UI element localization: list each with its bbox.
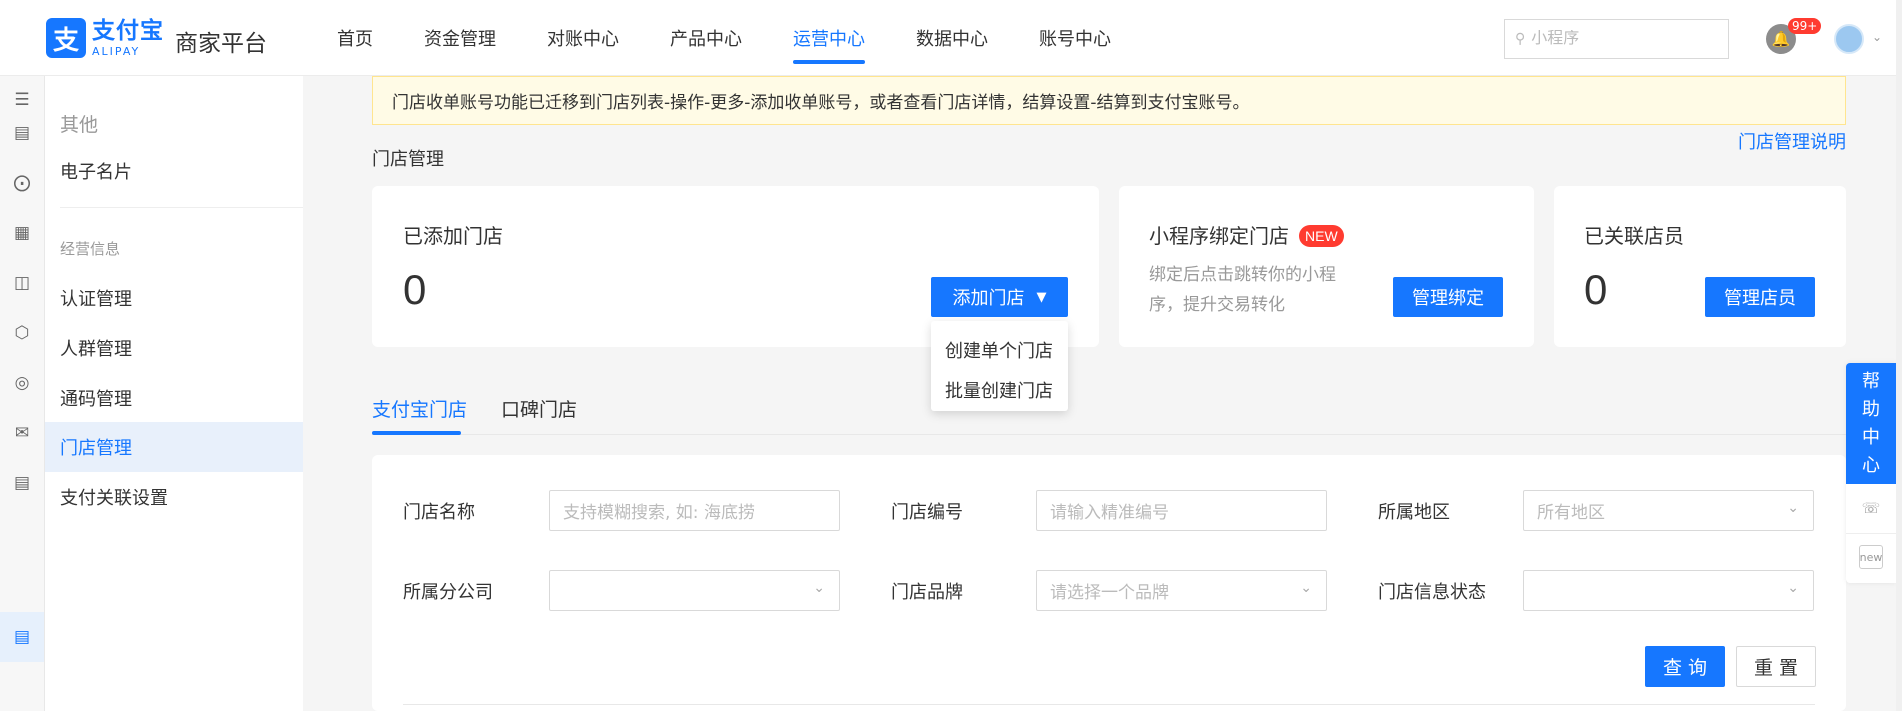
panel-divider (403, 704, 1815, 705)
staff-count: 0 (1584, 266, 1608, 313)
sidemenu-item-code[interactable]: 通码管理 (45, 373, 303, 423)
brand-label: 门店品牌 (891, 582, 963, 603)
region-label: 所属地区 (1378, 502, 1450, 523)
miniapp-card: 小程序绑定门店 NEW 绑定后点击跳转你的小程序，提升交易转化 管理绑定 (1119, 186, 1534, 347)
chart-icon[interactable]: ▤ (10, 121, 34, 145)
help-char: 中 (1862, 426, 1880, 448)
staff-card-title: 已关联店员 (1584, 224, 1684, 248)
nav-funds[interactable]: 资金管理 (424, 0, 496, 76)
add-store-label: 添加门店 (952, 288, 1025, 309)
nav-data[interactable]: 数据中心 (916, 0, 988, 76)
create-single-store[interactable]: 创建单个门店 (945, 337, 1053, 363)
doc-icon[interactable]: ▤ (10, 471, 34, 495)
brand-select[interactable]: 请选择一个品牌 ⌄ (1036, 570, 1327, 611)
mail-icon[interactable]: ✉ (10, 421, 34, 445)
filter-panel: 门店名称 支持模糊搜索, 如: 海底捞 门店编号 请输入精准编号 所属地区 所有… (372, 455, 1846, 711)
chevron-down-icon: ⌄ (813, 580, 825, 596)
region-select-value: 所有地区 (1537, 503, 1605, 523)
main-nav: 首页 资金管理 对账中心 产品中心 运营中心 数据中心 账号中心 (337, 0, 1162, 76)
nav-reconciliation[interactable]: 对账中心 (547, 0, 619, 76)
sidemenu-section-other: 其他 (60, 114, 99, 136)
brand-select-value: 请选择一个品牌 (1050, 583, 1169, 603)
cube-icon[interactable]: ⬡ (10, 321, 34, 345)
chevron-down-icon: ⌄ (1787, 580, 1799, 596)
store-no-label: 门店编号 (891, 502, 963, 523)
new-badge: NEW (1299, 225, 1344, 247)
help-divider (1846, 533, 1896, 534)
doc-active-icon[interactable]: ▤ (10, 625, 34, 649)
sidemenu-item-stores[interactable]: 门店管理 (45, 422, 303, 472)
sidemenu-item-audience[interactable]: 人群管理 (45, 323, 303, 373)
alipay-logo[interactable]: 支 支付宝 ALIPAY (46, 18, 164, 58)
query-button[interactable]: 查 询 (1645, 646, 1725, 687)
receipt-icon[interactable]: ▦ (10, 221, 34, 245)
manage-binding-button[interactable]: 管理绑定 (1393, 277, 1503, 317)
sidemenu-group-title: 经营信息 (60, 240, 121, 258)
help-char: 心 (1862, 454, 1880, 476)
chevron-down-icon[interactable]: ⌄ (1872, 30, 1882, 44)
side-menu: 其他 电子名片 经营信息 认证管理 人群管理 通码管理 门店管理 支付关联设置 (45, 76, 303, 711)
branch-select[interactable]: ⌄ (549, 570, 840, 611)
logo-en: ALIPAY (92, 44, 141, 58)
nav-operations[interactable]: 运营中心 (793, 0, 865, 76)
notification-badge: 99+ (1788, 18, 1822, 34)
help-char: 助 (1862, 398, 1880, 420)
top-header: 支 支付宝 ALIPAY 商家平台 首页 资金管理 对账中心 产品中心 运营中心… (0, 0, 1902, 76)
stores-card-title: 已添加门店 (403, 224, 503, 248)
chevron-down-icon: ⌄ (1787, 500, 1799, 516)
page-title: 门店管理 (372, 149, 444, 170)
sidemenu-divider (60, 207, 303, 208)
platform-name: 商家平台 (175, 31, 267, 57)
add-store-button[interactable]: 添加门店 ▼ (931, 277, 1068, 317)
badge-icon[interactable]: ◎ (10, 371, 34, 395)
sidemenu-item-ecard[interactable]: 电子名片 (45, 146, 303, 196)
reset-button[interactable]: 重 置 (1736, 646, 1816, 687)
help-center-button[interactable]: 帮 助 中 心 (1846, 363, 1896, 484)
store-no-input[interactable]: 请输入精准编号 (1036, 490, 1327, 531)
chevron-down-icon: ⌄ (1300, 580, 1312, 596)
nav-home[interactable]: 首页 (337, 0, 373, 76)
tab-alipay-store[interactable]: 支付宝门店 (372, 395, 467, 422)
status-label: 门店信息状态 (1378, 582, 1486, 603)
store-help-link[interactable]: 门店管理说明 (1738, 128, 1846, 154)
miniapp-card-title: 小程序绑定门店 (1149, 224, 1289, 248)
batch-create-store[interactable]: 批量创建门店 (945, 377, 1053, 403)
sidemenu-item-certification[interactable]: 认证管理 (45, 273, 303, 323)
tab-koubei-store[interactable]: 口碑门店 (501, 395, 577, 422)
stores-count: 0 (403, 266, 427, 313)
avatar[interactable] (1834, 24, 1864, 54)
search-icon: ⚲ (1515, 31, 1526, 47)
tab-underline (372, 431, 461, 435)
store-name-input[interactable]: 支持模糊搜索, 如: 海底捞 (549, 490, 840, 531)
region-select[interactable]: 所有地区 ⌄ (1523, 490, 1814, 531)
logo-cn: 支付宝 (92, 17, 164, 44)
gift-icon[interactable]: ◫ (10, 271, 34, 295)
sidemenu-item-payment-link[interactable]: 支付关联设置 (45, 472, 303, 522)
page-scrollbar[interactable] (1896, 0, 1902, 711)
help-float: 帮 助 中 心 ☏ new (1846, 363, 1896, 583)
top-search-input[interactable] (1531, 30, 1712, 48)
store-name-label: 门店名称 (403, 502, 475, 523)
store-tabs: 支付宝门店 口碑门店 (372, 385, 1846, 435)
add-store-dropdown: 创建单个门店 批量创建门店 (931, 321, 1068, 411)
alipay-logo-icon: 支 (46, 18, 86, 58)
help-char: 帮 (1862, 370, 1880, 392)
headset-icon[interactable]: ☏ (1859, 496, 1883, 520)
top-search-box: ⚲ (1504, 19, 1729, 59)
miniapp-card-title-row: 小程序绑定门店 NEW (1149, 220, 1344, 249)
compass-icon[interactable]: ⨀ (10, 171, 34, 195)
manage-staff-button[interactable]: 管理店员 (1705, 277, 1815, 317)
caret-down-icon: ▼ (1036, 289, 1047, 305)
nav-account[interactable]: 账号中心 (1039, 0, 1111, 76)
miniapp-card-desc: 绑定后点击跳转你的小程序，提升交易转化 (1149, 265, 1336, 315)
status-select[interactable]: ⌄ (1523, 570, 1814, 611)
staff-card: 已关联店员 0 管理店员 (1554, 186, 1846, 347)
nav-products[interactable]: 产品中心 (670, 0, 742, 76)
icon-rail: ☰ ▤ ⨀ ▦ ◫ ⬡ ◎ ✉ ▤ ▤ (0, 76, 45, 711)
new-icon[interactable]: new (1859, 545, 1883, 569)
branch-label: 所属分公司 (403, 582, 493, 603)
menu-icon[interactable]: ☰ (10, 88, 34, 112)
notice-banner: 门店收单账号功能已迁移到门店列表-操作-更多-添加收单账号，或者查看门店详情，结… (372, 76, 1846, 125)
